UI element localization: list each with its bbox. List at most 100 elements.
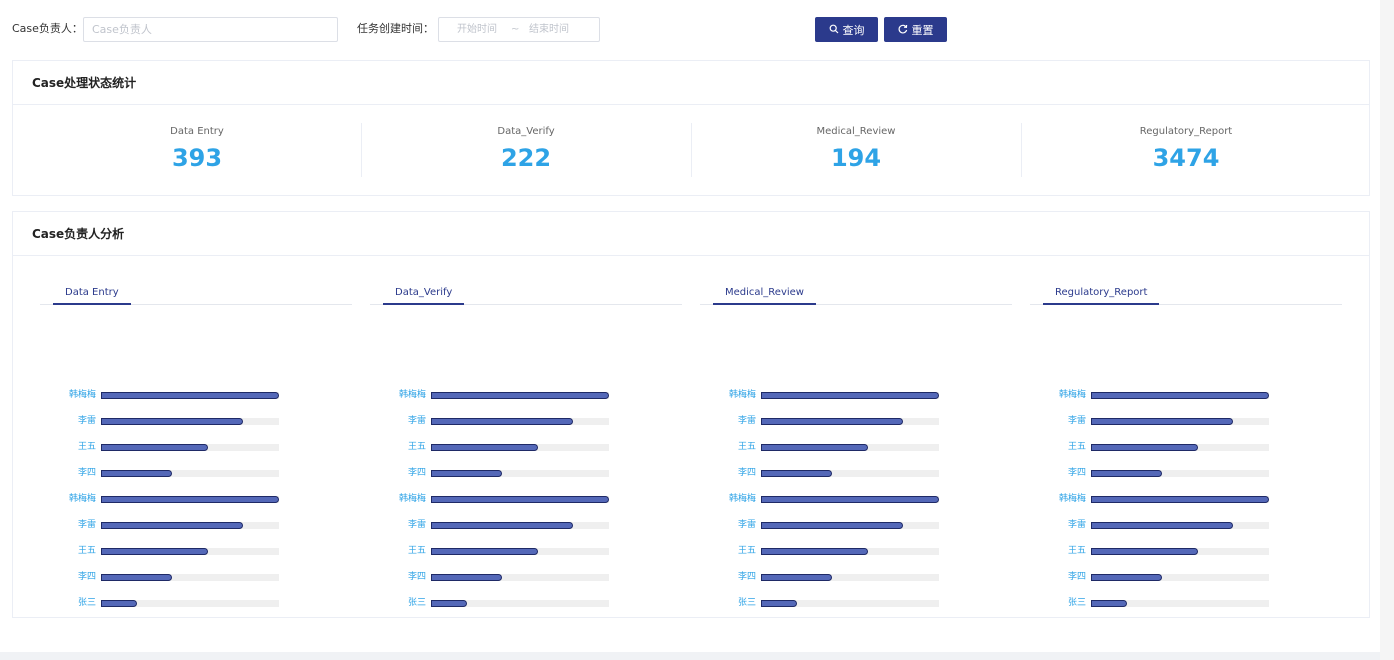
bar xyxy=(1091,392,1269,399)
bar-row: 李雷 xyxy=(1030,520,1330,530)
bar-track xyxy=(431,548,609,555)
bar xyxy=(761,392,939,399)
owner-panel: Regulatory_Report 韩梅梅 李雷 王五 李四 韩梅梅 李雷 王五 李四 张三 xyxy=(1030,286,1342,608)
bar-row: 李雷 xyxy=(1030,416,1330,426)
bar-row: 李雷 xyxy=(700,520,1000,530)
panel-tab[interactable]: Data_Verify xyxy=(383,286,465,305)
bar-track xyxy=(761,574,939,581)
panel-tab-bar: Regulatory_Report xyxy=(1030,286,1342,305)
bar-label: 李四 xyxy=(77,468,96,478)
bar-label: 王五 xyxy=(77,546,96,556)
owner-card-title: Case负责人分析 xyxy=(13,212,1369,256)
bar xyxy=(1091,574,1162,581)
bar xyxy=(761,470,832,477)
bar-row: 王五 xyxy=(370,546,670,556)
bar-track xyxy=(1091,444,1269,451)
search-icon xyxy=(829,24,839,36)
bar xyxy=(431,418,573,425)
owner-input[interactable] xyxy=(83,17,338,42)
bar-row: 李雷 xyxy=(40,520,340,530)
bar-row: 李雷 xyxy=(370,416,670,426)
panel-tab-bar: Medical_Review xyxy=(700,286,1012,305)
bar xyxy=(101,418,243,425)
stat-data-entry: Data Entry 393 xyxy=(97,125,297,179)
stat-regulatory-report: Regulatory_Report 3474 xyxy=(1086,125,1286,179)
bar-label: 王五 xyxy=(737,442,756,452)
bar-track xyxy=(101,574,279,581)
scrollbar[interactable] xyxy=(1380,0,1394,660)
stat-divider xyxy=(1021,123,1022,177)
bar-row: 韩梅梅 xyxy=(370,390,670,400)
bar xyxy=(101,444,208,451)
bar-row: 张三 xyxy=(700,598,1000,608)
bar-track xyxy=(1091,600,1269,607)
bar-row: 李四 xyxy=(1030,572,1330,582)
bar-row: 李四 xyxy=(700,572,1000,582)
search-button[interactable]: 查询 xyxy=(815,17,878,42)
bar-track xyxy=(101,470,279,477)
reset-button[interactable]: 重置 xyxy=(884,17,947,42)
bar xyxy=(761,522,903,529)
owner-panel: Data_Verify 韩梅梅 李雷 王五 李四 韩梅梅 李雷 王五 李四 张三 xyxy=(370,286,682,608)
bar-label: 韩梅梅 xyxy=(398,494,426,504)
bar-track xyxy=(431,418,609,425)
bar-row: 李四 xyxy=(40,468,340,478)
end-date-input[interactable]: 结束时间 xyxy=(529,23,569,37)
created-time-label: 任务创建时间： xyxy=(357,22,434,35)
bar-label: 李四 xyxy=(737,572,756,582)
bar-row: 韩梅梅 xyxy=(40,390,340,400)
bar-label: 王五 xyxy=(77,442,96,452)
status-card-title: Case处理状态统计 xyxy=(13,61,1369,105)
bar-label: 张三 xyxy=(77,598,96,608)
bar-row: 王五 xyxy=(40,442,340,452)
bar-label: 李四 xyxy=(77,572,96,582)
start-date-input[interactable]: 开始时间 xyxy=(457,23,497,37)
bar-track xyxy=(431,522,609,529)
bar-row: 王五 xyxy=(700,546,1000,556)
bar-row: 张三 xyxy=(1030,598,1330,608)
bar xyxy=(761,444,868,451)
panel-tab[interactable]: Regulatory_Report xyxy=(1043,286,1160,305)
bar-row: 李四 xyxy=(1030,468,1330,478)
bar-track xyxy=(761,418,939,425)
bar-row: 张三 xyxy=(370,598,670,608)
bar-row: 韩梅梅 xyxy=(1030,494,1330,504)
bar-row: 韩梅梅 xyxy=(40,494,340,504)
panel-tab[interactable]: Medical_Review xyxy=(713,286,816,305)
bar xyxy=(761,496,939,503)
bar xyxy=(101,574,172,581)
bar-row: 王五 xyxy=(1030,546,1330,556)
bar xyxy=(101,600,137,607)
bar-track xyxy=(101,418,279,425)
bar-row: 王五 xyxy=(1030,442,1330,452)
bar-track xyxy=(1091,574,1269,581)
bar xyxy=(1091,496,1269,503)
date-range-picker[interactable]: 开始时间 ~ 结束时间 xyxy=(438,17,600,42)
range-separator: ~ xyxy=(511,24,520,35)
bar xyxy=(431,600,467,607)
bar-label: 王五 xyxy=(1067,442,1086,452)
bar-track xyxy=(1091,496,1269,503)
bar-label: 李雷 xyxy=(1067,416,1086,426)
bar-label: 李四 xyxy=(407,572,426,582)
owner-analysis-card: Case负责人分析 Data Entry 韩梅梅 李雷 王五 李四 韩梅梅 李雷 王五 李四 张三… xyxy=(12,211,1370,618)
bar xyxy=(431,548,538,555)
bar xyxy=(1091,548,1198,555)
panel-tab[interactable]: Data Entry xyxy=(53,286,131,305)
panel-tab-bar: Data Entry xyxy=(40,286,352,305)
bar-label: 韩梅梅 xyxy=(398,390,426,400)
bar xyxy=(101,522,243,529)
bar-label: 李四 xyxy=(1067,468,1086,478)
stat-divider xyxy=(691,123,692,177)
bar-label: 韩梅梅 xyxy=(728,390,756,400)
bar-track xyxy=(761,470,939,477)
status-stats-row: Data Entry 393 Data_Verify 222 Medical_R… xyxy=(13,105,1369,195)
bar xyxy=(761,574,832,581)
bar-row: 李四 xyxy=(700,468,1000,478)
bar xyxy=(761,600,797,607)
status-stats-card: Case处理状态统计 Data Entry 393 Data_Verify 22… xyxy=(12,60,1370,196)
stat-label: Regulatory_Report xyxy=(1139,126,1233,137)
bar-row: 李雷 xyxy=(40,416,340,426)
bar xyxy=(101,470,172,477)
bar-label: 李雷 xyxy=(737,520,756,530)
